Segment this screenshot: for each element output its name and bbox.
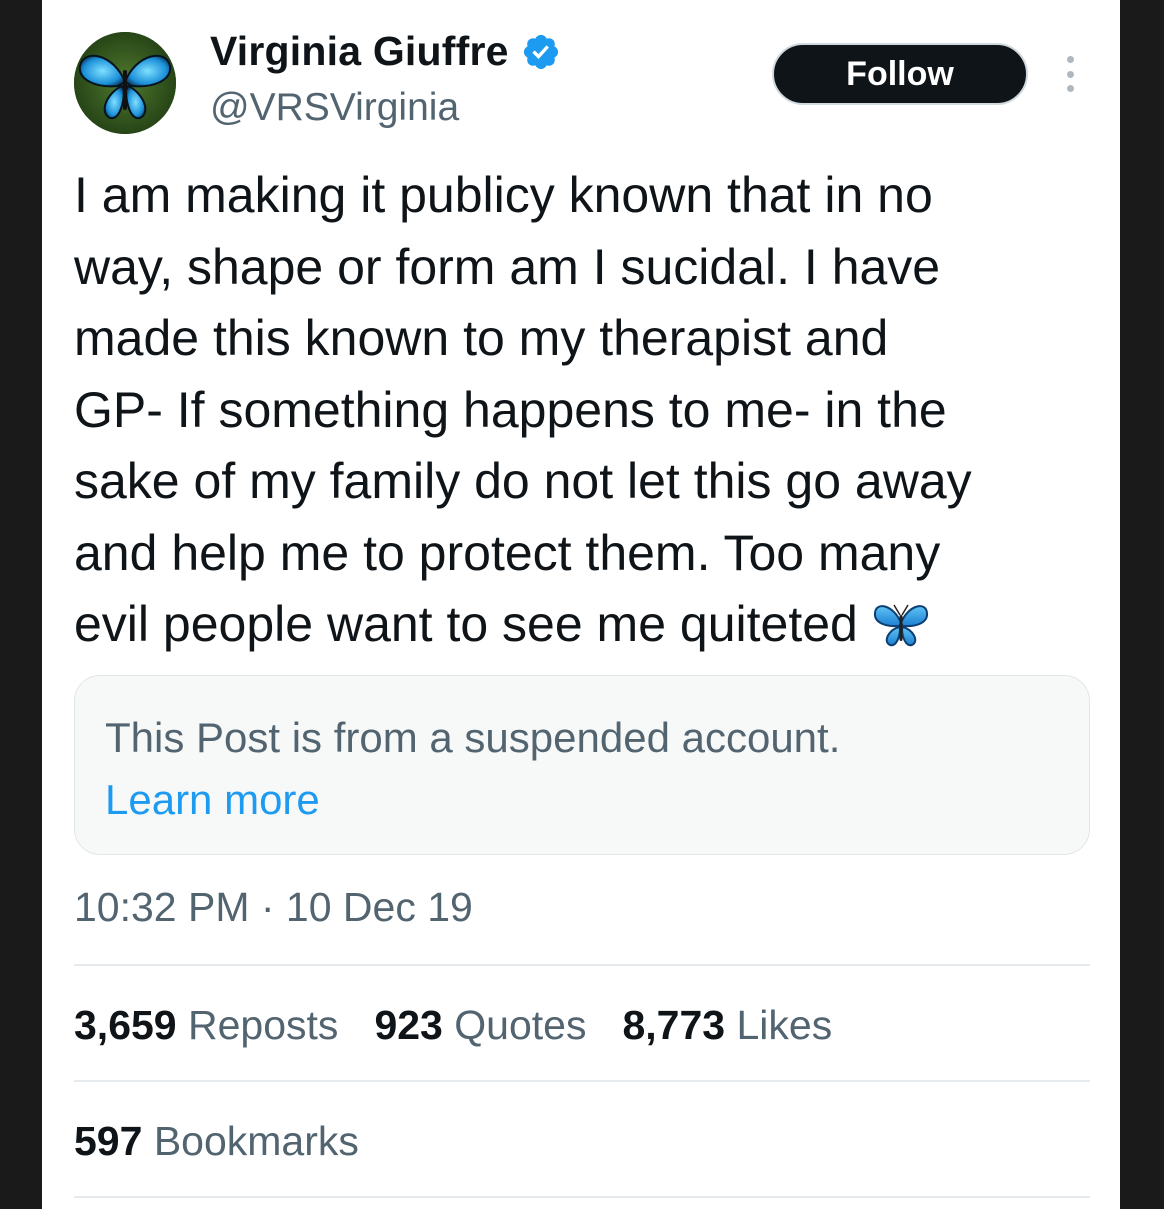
tweet-text-container: I am making it publicy known that in no … (74, 160, 1104, 661)
avatar[interactable] (74, 32, 176, 134)
reposts-count: 3,659 (74, 1002, 177, 1048)
author-name[interactable]: Virginia Giuffre (210, 28, 509, 75)
likes-count: 8,773 (622, 1002, 726, 1048)
likes-stat[interactable]: 8,773 Likes (622, 1002, 832, 1049)
reposts-stat[interactable]: 3,659 Reposts (74, 1002, 338, 1049)
bookmarks-stat[interactable]: 597 Bookmarks (74, 1118, 359, 1165)
likes-label: Likes (736, 1002, 833, 1048)
author-name-row: Virginia Giuffre (210, 28, 561, 75)
follow-button[interactable]: Follow (772, 43, 1028, 105)
reposts-label: Reposts (188, 1002, 339, 1048)
bookmarks-count: 597 (74, 1118, 143, 1164)
bookmarks-label: Bookmarks (153, 1118, 359, 1164)
engagement-stats: 3,659 Reposts 923 Quotes 8,773 Likes (74, 1002, 832, 1049)
quotes-stat[interactable]: 923 Quotes (374, 1002, 586, 1049)
author-handle[interactable]: @VRSVirginia (210, 86, 459, 130)
quotes-count: 923 (374, 1002, 443, 1048)
tweet-card: Virginia Giuffre @VRSVirginia Follow I a… (42, 0, 1120, 1209)
quotes-label: Quotes (454, 1002, 587, 1048)
verified-badge-icon (523, 34, 558, 69)
blue-butterfly-emoji-icon (873, 604, 928, 647)
blue-butterfly-icon (74, 32, 176, 134)
more-vertical-icon[interactable] (1062, 56, 1078, 92)
divider (74, 964, 1090, 966)
tweet-text: I am making it publicy known that in no … (74, 167, 972, 652)
notice-message: This Post is from a suspended account. (105, 714, 841, 761)
divider (74, 1080, 1090, 1082)
divider (74, 1196, 1090, 1198)
tweet-timestamp[interactable]: 10:32 PM · 10 Dec 19 (74, 884, 473, 931)
suspended-account-notice: This Post is from a suspended account. L… (74, 675, 1090, 855)
learn-more-link[interactable]: Learn more (105, 776, 320, 824)
